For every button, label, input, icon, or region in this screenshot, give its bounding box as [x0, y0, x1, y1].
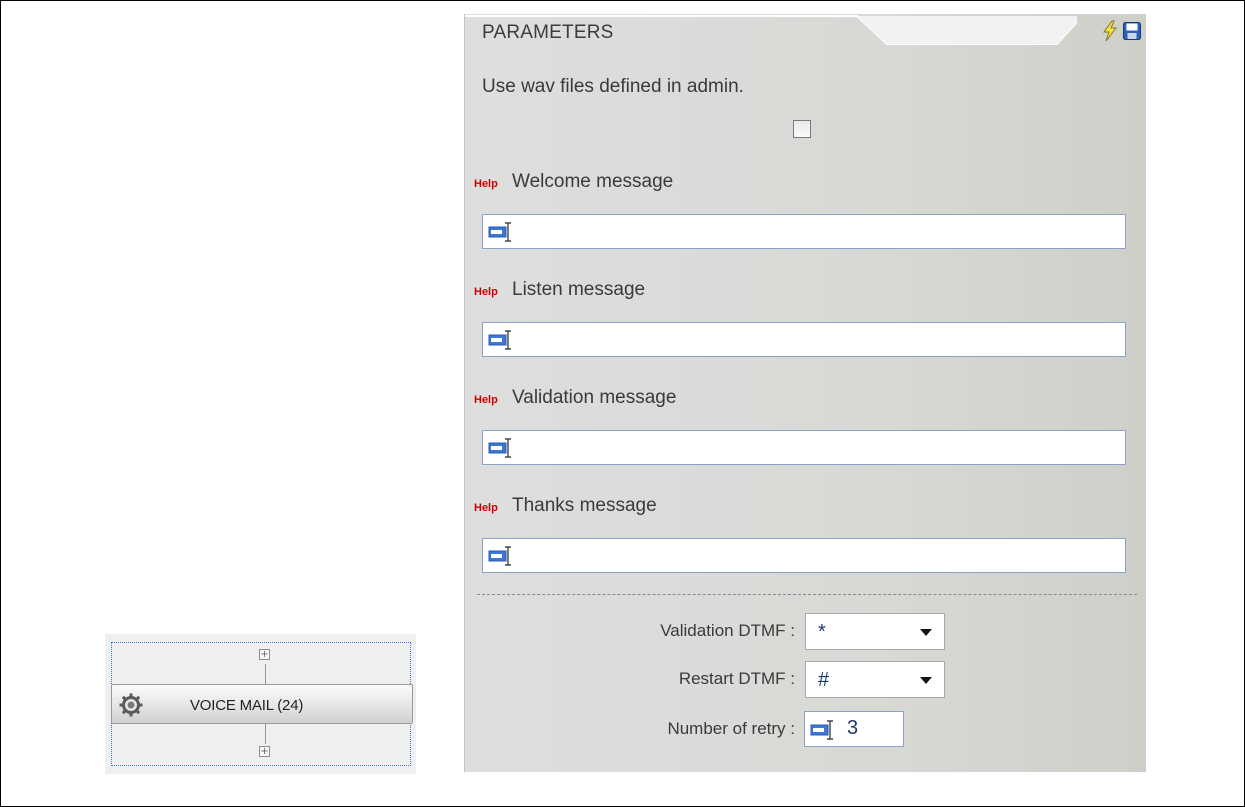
- number-of-retry-input[interactable]: 3: [804, 711, 904, 747]
- text-field-icon: [810, 720, 833, 740]
- number-of-retry-label: Number of retry :: [667, 719, 795, 738]
- restart-dtmf-value: #: [818, 669, 830, 691]
- use-wav-text: Use wav files defined in admin.: [482, 76, 744, 97]
- voice-mail-node[interactable]: + VOICE MAIL (24) +: [105, 634, 416, 774]
- validation-message-label: Validation message: [512, 387, 677, 408]
- parameters-panel: PARAMETERS Use wav files defined in admi…: [464, 14, 1146, 772]
- validation-message-input[interactable]: [482, 430, 1126, 465]
- connector-line-bottom: [265, 724, 266, 744]
- help-link-validation[interactable]: Help: [474, 394, 498, 406]
- listen-message-label: Listen message: [512, 279, 646, 300]
- welcome-message-label: Welcome message: [512, 171, 674, 192]
- text-field-icon: [488, 438, 511, 458]
- lightning-icon[interactable]: [1100, 20, 1120, 42]
- number-of-retry-value: 3: [847, 717, 859, 739]
- validation-dtmf-value: *: [818, 621, 826, 643]
- section-divider: [477, 594, 1137, 595]
- help-link-listen[interactable]: Help: [474, 286, 498, 298]
- chevron-down-icon: [920, 677, 932, 684]
- voice-mail-node-bar[interactable]: VOICE MAIL (24): [111, 684, 413, 724]
- text-field-icon: [488, 546, 511, 566]
- validation-dtmf-label: Validation DTMF :: [660, 621, 795, 640]
- gear-icon: [119, 693, 143, 717]
- thanks-message-input[interactable]: [482, 538, 1126, 573]
- help-link-welcome[interactable]: Help: [474, 178, 498, 190]
- help-link-thanks[interactable]: Help: [474, 502, 498, 514]
- restart-dtmf-select[interactable]: #: [805, 661, 945, 698]
- welcome-message-input[interactable]: [482, 214, 1126, 249]
- listen-message-input[interactable]: [482, 322, 1126, 357]
- thanks-message-label: Thanks message: [512, 495, 657, 516]
- voice-mail-node-label: VOICE MAIL (24): [190, 697, 304, 714]
- save-icon[interactable]: [1122, 20, 1142, 42]
- restart-dtmf-label: Restart DTMF :: [678, 669, 795, 688]
- text-field-icon: [488, 330, 511, 350]
- connector-line-top: [265, 664, 266, 684]
- text-field-icon: [488, 222, 511, 242]
- use-wav-checkbox[interactable]: [793, 120, 811, 138]
- chevron-down-icon: [920, 629, 932, 636]
- panel-toolbar: [1100, 20, 1142, 44]
- expand-top-button[interactable]: +: [259, 649, 270, 660]
- expand-bottom-button[interactable]: +: [259, 746, 270, 757]
- validation-dtmf-select[interactable]: *: [805, 613, 945, 650]
- panel-title: PARAMETERS: [482, 22, 614, 43]
